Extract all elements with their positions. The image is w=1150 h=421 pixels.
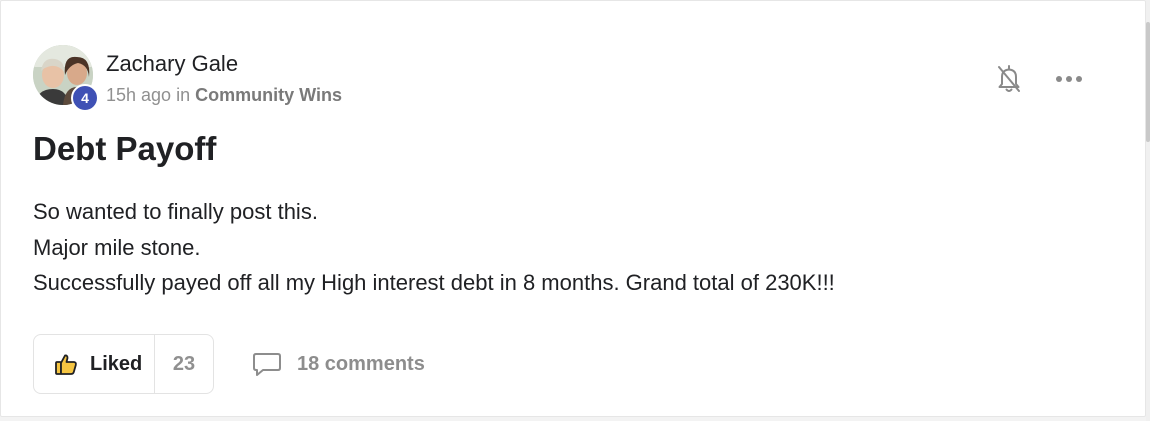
- like-button[interactable]: Liked: [34, 335, 155, 393]
- post-body: So wanted to finally post this. Major mi…: [33, 194, 835, 301]
- in-label: in: [176, 85, 191, 105]
- post-meta: 15h ago in Community Wins: [106, 85, 342, 106]
- comment-icon: [253, 353, 281, 376]
- post-title: Debt Payoff: [33, 130, 217, 167]
- post-time: 15h ago: [106, 85, 172, 105]
- notification-toggle-button[interactable]: [994, 62, 1024, 96]
- comments-label: 18 comments: [297, 352, 425, 375]
- more-horizontal-icon: [1056, 76, 1082, 82]
- thumbs-up-icon: [55, 354, 77, 375]
- comments-button[interactable]: 18 comments: [251, 347, 425, 381]
- post-card: 4 Zachary Gale 15h ago in Community Wins…: [0, 0, 1146, 417]
- like-control: Liked 23: [33, 334, 214, 394]
- level-badge: 4: [71, 84, 99, 112]
- author-name[interactable]: Zachary Gale: [106, 51, 238, 77]
- like-count[interactable]: 23: [155, 335, 213, 393]
- community-link[interactable]: Community Wins: [195, 85, 342, 105]
- post-body-line: Major mile stone.: [33, 234, 201, 260]
- post-body-line: So wanted to finally post this.: [33, 199, 318, 224]
- more-options-button[interactable]: [1053, 65, 1085, 93]
- like-label: Liked: [90, 352, 143, 375]
- scrollbar-track[interactable]: [1146, 0, 1150, 421]
- scrollbar-thumb[interactable]: [1146, 22, 1150, 142]
- bell-off-icon: [998, 65, 1020, 92]
- post-body-line: Successfully payed off all my High inter…: [33, 270, 835, 295]
